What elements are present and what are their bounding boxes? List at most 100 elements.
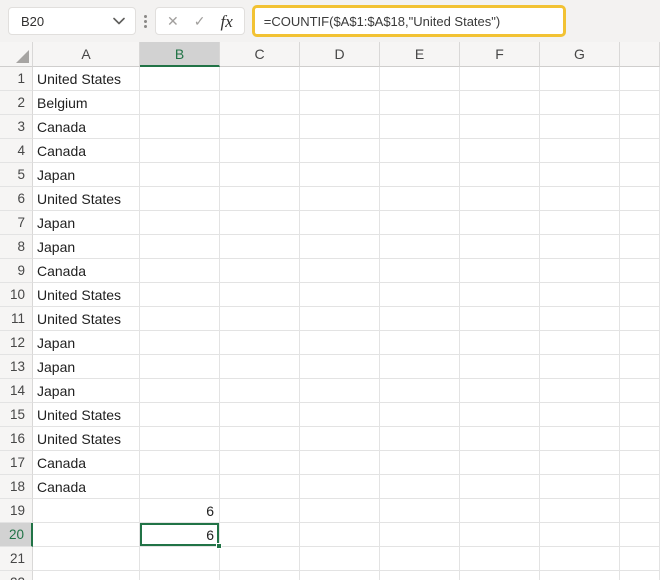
cell-G11[interactable]: [540, 307, 620, 331]
row-header-22[interactable]: 22: [0, 571, 33, 580]
cell-F2[interactable]: [460, 91, 540, 115]
cell-F12[interactable]: [460, 331, 540, 355]
cell-partial-2[interactable]: [620, 91, 660, 115]
row-header-16[interactable]: 16: [0, 427, 33, 451]
cell-G2[interactable]: [540, 91, 620, 115]
cell-A2[interactable]: Belgium: [33, 91, 140, 115]
cell-D13[interactable]: [300, 355, 380, 379]
name-box[interactable]: B20: [8, 7, 136, 35]
cell-B11[interactable]: [140, 307, 220, 331]
cell-C20[interactable]: [220, 523, 300, 547]
cell-E9[interactable]: [380, 259, 460, 283]
cell-C5[interactable]: [220, 163, 300, 187]
row-header-12[interactable]: 12: [0, 331, 33, 355]
cell-D4[interactable]: [300, 139, 380, 163]
cell-G10[interactable]: [540, 283, 620, 307]
cell-D11[interactable]: [300, 307, 380, 331]
cell-E10[interactable]: [380, 283, 460, 307]
cell-A11[interactable]: United States: [33, 307, 140, 331]
cell-A6[interactable]: United States: [33, 187, 140, 211]
cell-partial-6[interactable]: [620, 187, 660, 211]
cell-G18[interactable]: [540, 475, 620, 499]
cell-E4[interactable]: [380, 139, 460, 163]
cell-G6[interactable]: [540, 187, 620, 211]
cell-partial-10[interactable]: [620, 283, 660, 307]
column-header-C[interactable]: C: [220, 42, 300, 67]
cell-partial-5[interactable]: [620, 163, 660, 187]
cell-E12[interactable]: [380, 331, 460, 355]
cell-B5[interactable]: [140, 163, 220, 187]
cell-C16[interactable]: [220, 427, 300, 451]
cell-E2[interactable]: [380, 91, 460, 115]
cell-G7[interactable]: [540, 211, 620, 235]
cell-F16[interactable]: [460, 427, 540, 451]
cell-F21[interactable]: [460, 547, 540, 571]
cell-C17[interactable]: [220, 451, 300, 475]
cell-B16[interactable]: [140, 427, 220, 451]
insert-function-icon[interactable]: fx: [220, 13, 232, 30]
row-header-2[interactable]: 2: [0, 91, 33, 115]
cell-A1[interactable]: United States: [33, 67, 140, 91]
cell-A16[interactable]: United States: [33, 427, 140, 451]
cancel-icon[interactable]: ✕: [167, 14, 179, 28]
confirm-icon[interactable]: ✓: [194, 14, 206, 28]
cell-D14[interactable]: [300, 379, 380, 403]
cell-G15[interactable]: [540, 403, 620, 427]
cell-D19[interactable]: [300, 499, 380, 523]
column-header-A[interactable]: A: [33, 42, 140, 67]
cell-B22[interactable]: [140, 571, 220, 580]
row-header-21[interactable]: 21: [0, 547, 33, 571]
cell-A19[interactable]: [33, 499, 140, 523]
cell-C8[interactable]: [220, 235, 300, 259]
row-header-17[interactable]: 17: [0, 451, 33, 475]
row-header-7[interactable]: 7: [0, 211, 33, 235]
cell-G5[interactable]: [540, 163, 620, 187]
cell-C10[interactable]: [220, 283, 300, 307]
cell-C13[interactable]: [220, 355, 300, 379]
cell-D22[interactable]: [300, 571, 380, 580]
row-header-8[interactable]: 8: [0, 235, 33, 259]
cell-B14[interactable]: [140, 379, 220, 403]
cell-D8[interactable]: [300, 235, 380, 259]
cell-C14[interactable]: [220, 379, 300, 403]
cell-C19[interactable]: [220, 499, 300, 523]
cell-B1[interactable]: [140, 67, 220, 91]
cell-D21[interactable]: [300, 547, 380, 571]
cell-B20[interactable]: 6: [140, 523, 220, 547]
cell-C1[interactable]: [220, 67, 300, 91]
column-header-D[interactable]: D: [300, 42, 380, 67]
cell-B9[interactable]: [140, 259, 220, 283]
row-header-13[interactable]: 13: [0, 355, 33, 379]
cell-G14[interactable]: [540, 379, 620, 403]
cell-partial-12[interactable]: [620, 331, 660, 355]
row-header-19[interactable]: 19: [0, 499, 33, 523]
cell-partial-15[interactable]: [620, 403, 660, 427]
cell-B17[interactable]: [140, 451, 220, 475]
cell-F7[interactable]: [460, 211, 540, 235]
cell-A14[interactable]: Japan: [33, 379, 140, 403]
cell-partial-16[interactable]: [620, 427, 660, 451]
chevron-down-icon[interactable]: [113, 17, 125, 25]
row-header-20[interactable]: 20: [0, 523, 33, 547]
cell-G16[interactable]: [540, 427, 620, 451]
cell-F6[interactable]: [460, 187, 540, 211]
cell-partial-20[interactable]: [620, 523, 660, 547]
cell-B19[interactable]: 6: [140, 499, 220, 523]
cell-F1[interactable]: [460, 67, 540, 91]
cell-B4[interactable]: [140, 139, 220, 163]
cell-B3[interactable]: [140, 115, 220, 139]
cell-F8[interactable]: [460, 235, 540, 259]
cell-E8[interactable]: [380, 235, 460, 259]
cell-partial-19[interactable]: [620, 499, 660, 523]
cell-E17[interactable]: [380, 451, 460, 475]
row-header-6[interactable]: 6: [0, 187, 33, 211]
cell-A21[interactable]: [33, 547, 140, 571]
cell-D20[interactable]: [300, 523, 380, 547]
cell-B7[interactable]: [140, 211, 220, 235]
cell-A7[interactable]: Japan: [33, 211, 140, 235]
cell-A17[interactable]: Canada: [33, 451, 140, 475]
cell-B12[interactable]: [140, 331, 220, 355]
cell-A18[interactable]: Canada: [33, 475, 140, 499]
column-header-F[interactable]: F: [460, 42, 540, 67]
cell-D5[interactable]: [300, 163, 380, 187]
